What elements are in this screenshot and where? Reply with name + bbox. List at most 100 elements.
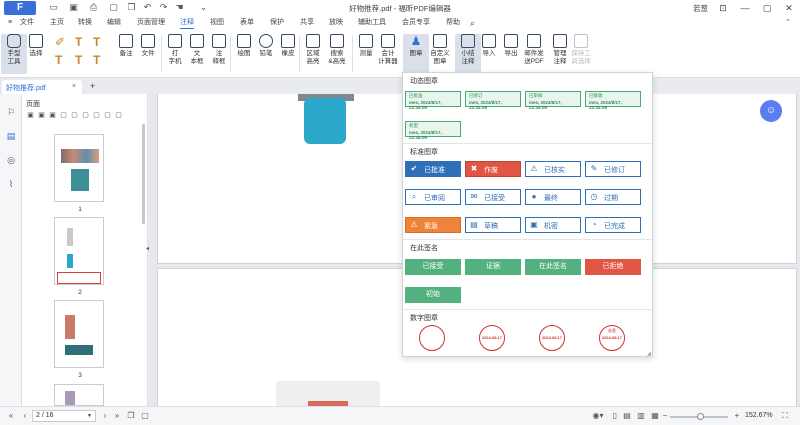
panel-scrollbar[interactable]	[142, 124, 145, 224]
replace-text-icon[interactable]: T	[93, 54, 100, 68]
dynamic-stamp[interactable]: 已接收 mes, 2024/8/17, 22:34:09	[585, 91, 641, 110]
standard-stamp[interactable]: ▤ 草稿	[465, 217, 521, 233]
two-page-icon[interactable]: ▥	[636, 411, 646, 421]
first-page-icon[interactable]: «	[6, 411, 16, 421]
pages-icon[interactable]: ▤	[5, 130, 17, 142]
menu-convert[interactable]: 转换	[78, 17, 92, 29]
menu-home[interactable]: 主页	[50, 17, 64, 29]
copy-icon[interactable]: ❐	[126, 2, 137, 13]
email-pdf-button[interactable]: 邮件发 送PDF	[520, 34, 548, 74]
search-highlight-button[interactable]: 搜索 &高亮	[323, 34, 351, 74]
standard-stamp[interactable]: ⚠ 已核实	[525, 161, 581, 177]
fit-icon[interactable]: ▢	[140, 411, 150, 421]
user-name[interactable]: 若葱	[693, 3, 708, 14]
more-options-icon[interactable]: ▢	[114, 111, 123, 120]
callout-button[interactable]: 注 释框	[206, 34, 232, 74]
menu-help[interactable]: 帮助	[446, 17, 460, 29]
standard-stamp[interactable]: ▣ 机密	[525, 217, 581, 233]
menu-page-manage[interactable]: 页面管理	[137, 17, 165, 29]
digital-stamp[interactable]: 2024.08.17	[539, 325, 565, 351]
custom-stamp-button[interactable]: 自定义 图章	[426, 34, 454, 74]
menu-annotate[interactable]: 注释	[180, 17, 194, 29]
insert-text-icon[interactable]: T	[75, 54, 82, 68]
sign-here-stamp[interactable]: 已拒绝	[585, 259, 641, 275]
document-tab[interactable]: 好物推荐.pdf ×	[2, 80, 82, 94]
menu-edit[interactable]: 编辑	[107, 17, 121, 29]
close-tab-icon[interactable]: ×	[72, 83, 76, 90]
digital-stamp[interactable]	[419, 325, 445, 351]
undo-icon[interactable]: ↶	[142, 2, 153, 13]
add-tab-button[interactable]: +	[90, 81, 95, 91]
delete-page-icon[interactable]: ▣	[48, 111, 57, 120]
menu-slideshow[interactable]: 放映	[329, 17, 343, 29]
attachment-icon[interactable]: ⌇	[5, 178, 17, 190]
rotate-left-icon[interactable]: ▢	[59, 111, 68, 120]
dropdown-icon[interactable]: ⌄	[198, 2, 209, 13]
bookmark-icon[interactable]: ⚐	[5, 106, 17, 118]
standard-stamp[interactable]: ✉ 已接受	[465, 189, 521, 205]
menu-member[interactable]: 会员专享	[402, 17, 430, 29]
squiggly-text-icon[interactable]: T	[55, 54, 62, 68]
pin-icon[interactable]: ⊡	[716, 1, 730, 15]
comments-icon[interactable]: ◎	[5, 154, 17, 166]
highlight-icon[interactable]: ✐	[55, 36, 65, 50]
digital-stamp[interactable]: 2024.08.17	[479, 325, 505, 351]
maximize-button[interactable]: ▢	[760, 1, 774, 15]
open-icon[interactable]: ▭	[48, 2, 59, 13]
standard-stamp[interactable]: ⌕ 已审阅	[405, 189, 461, 205]
collapse-ribbon-icon[interactable]: ⌃	[785, 17, 791, 29]
save-icon[interactable]: ▣	[68, 2, 79, 13]
hand-tool-icon[interactable]: ☚	[174, 2, 185, 13]
page-thumbnail[interactable]	[54, 217, 104, 285]
eye-mode-icon[interactable]: ◉▾	[590, 411, 606, 421]
menu-accessibility[interactable]: 辅助工具	[358, 17, 386, 29]
digital-stamp[interactable]: 若葱 2024.08.17	[599, 325, 625, 351]
copy-page-icon[interactable]: ❐	[126, 411, 136, 421]
minimize-button[interactable]: —	[738, 1, 752, 15]
split-page-icon[interactable]: ▢	[103, 111, 112, 120]
next-page-icon[interactable]: ›	[100, 411, 110, 421]
zoom-in-icon[interactable]: +	[732, 411, 742, 421]
prev-page-icon[interactable]: ‹	[20, 411, 30, 421]
facing-icon[interactable]: ▦	[650, 411, 660, 421]
dynamic-stamp[interactable]: 已审阅 mes, 2024/8/17, 22:34:09	[525, 91, 581, 110]
underline-text-icon[interactable]: T	[75, 36, 82, 50]
menu-view[interactable]: 视图	[210, 17, 224, 29]
single-page-icon[interactable]: ▯	[610, 411, 620, 421]
page-thumbnail[interactable]	[54, 134, 104, 202]
standard-stamp[interactable]: ◔ 已完成	[585, 217, 641, 233]
close-button[interactable]: ✕	[782, 1, 796, 15]
hamburger-icon[interactable]: ≡	[8, 17, 12, 29]
dynamic-stamp[interactable]: 已修订 mes, 2024/8/17, 22:34:09	[465, 91, 521, 110]
extract-page-icon[interactable]: ▣	[37, 111, 46, 120]
select-tool-button[interactable]: 选择	[23, 34, 49, 74]
page-thumbnail[interactable]	[54, 384, 104, 406]
last-page-icon[interactable]: »	[112, 411, 122, 421]
menu-form[interactable]: 表单	[240, 17, 254, 29]
standard-stamp[interactable]: ● 最终	[525, 189, 581, 205]
dynamic-stamp[interactable]: 机密 mes, 2024/8/17, 22:34:09	[405, 121, 461, 140]
sign-here-stamp[interactable]: 证据	[465, 259, 521, 275]
zoom-out-icon[interactable]: −	[660, 411, 670, 421]
ai-assistant-button[interactable]: ☺	[760, 100, 782, 122]
menu-share[interactable]: 共享	[300, 17, 314, 29]
fullscreen-icon[interactable]: ⛶	[780, 411, 790, 421]
search-icon[interactable]: ⌕	[470, 17, 475, 29]
new-icon[interactable]: ▢	[108, 2, 119, 13]
page-number-input[interactable]: 2 / 16 ▼	[32, 410, 96, 422]
insert-page-icon[interactable]: ▣	[26, 111, 35, 120]
continuous-icon[interactable]: ▤	[622, 411, 632, 421]
move-page-icon[interactable]: ▢	[92, 111, 101, 120]
zoom-level[interactable]: 152.67%	[745, 412, 773, 419]
rotate-right-icon[interactable]: ▢	[70, 111, 79, 120]
sign-here-stamp[interactable]: 在此签名	[525, 259, 581, 275]
standard-stamp[interactable]: ✎ 已修订	[585, 161, 641, 177]
keep-tool-button[interactable]: 保持工 具选择	[567, 34, 595, 74]
zoom-slider-handle[interactable]	[697, 413, 704, 420]
calculator-button[interactable]: 会计 计算器	[374, 34, 402, 74]
replace-page-icon[interactable]: ▢	[81, 111, 90, 120]
standard-stamp[interactable]: ⚠ 紧急	[405, 217, 461, 233]
dynamic-stamp[interactable]: 已批准 mes, 2024/8/17, 22:34:09	[405, 91, 461, 110]
redo-icon[interactable]: ↷	[158, 2, 169, 13]
sign-here-stamp[interactable]: 已接受	[405, 259, 461, 275]
